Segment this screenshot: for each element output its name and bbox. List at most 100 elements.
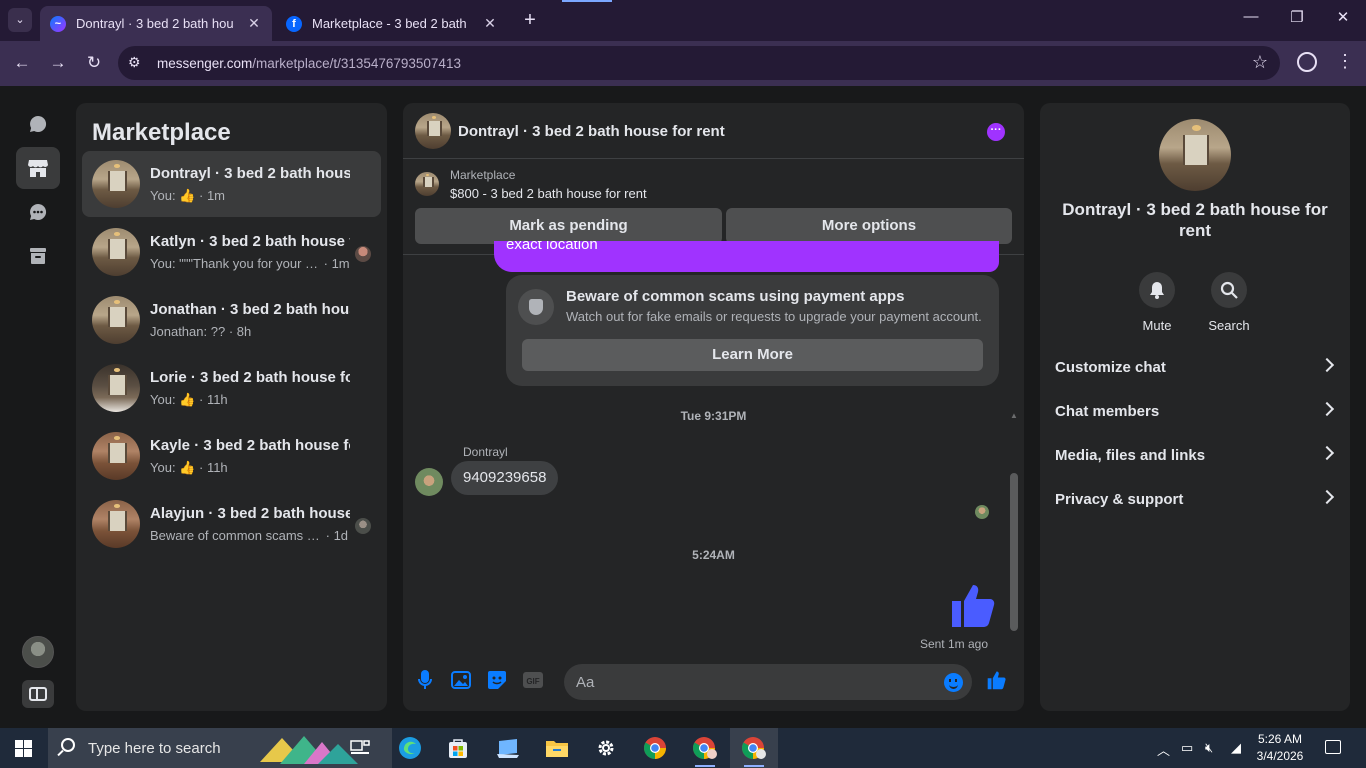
listing-thumbnail	[92, 432, 140, 480]
conversation-item[interactable]: Kayle · 3 bed 2 bath house for rent You:…	[82, 423, 381, 489]
customize-chat-row[interactable]: Customize chat	[1040, 348, 1350, 388]
chevron-right-icon	[1319, 445, 1335, 461]
learn-more-button[interactable]: Learn More	[522, 339, 983, 371]
site-settings-icon[interactable]: ⚙	[128, 54, 141, 71]
chrome-icon[interactable]	[631, 728, 679, 768]
close-tab-icon[interactable]: ✕	[482, 15, 498, 32]
microsoft-store-icon[interactable]	[434, 728, 482, 768]
taskbar-clock[interactable]: 5:26 AM 3/4/2026	[1254, 731, 1306, 765]
conversation-item[interactable]: Lorie · 3 bed 2 bath house for rent You:…	[82, 355, 381, 421]
messenger-app: Marketplace Dontrayl · 3 bed 2 bath hous…	[0, 86, 1366, 728]
conversation-info-icon[interactable]: ···	[987, 123, 1005, 141]
info-name: Dontrayl · 3 bed 2 bath house for rent	[1062, 200, 1328, 240]
more-options-button[interactable]: More options	[726, 208, 1012, 244]
battery-network-icon[interactable]: ▭	[1181, 740, 1193, 756]
info-avatar[interactable]	[1159, 119, 1231, 191]
app-icon[interactable]	[484, 728, 532, 768]
outgoing-message[interactable]: exact location	[494, 241, 999, 272]
message-input[interactable]	[564, 664, 972, 700]
photo-icon[interactable]	[450, 669, 472, 691]
conversation-name: Dontrayl · 3 bed 2 bath house for rent	[150, 165, 350, 182]
wifi-icon[interactable]: ◢	[1231, 740, 1241, 756]
notifications-icon[interactable]	[1325, 740, 1341, 754]
restore-icon[interactable]: ❐	[1285, 8, 1309, 26]
conversation-item[interactable]: Alayjun · 3 bed 2 bath house for rent Be…	[82, 491, 381, 557]
settings-gear-icon[interactable]	[582, 728, 630, 768]
sticker-icon[interactable]	[486, 669, 508, 691]
windows-taskbar: Type here to search ︿ ▭ 🔇︎ ◢ 5:26 AM 3/4…	[0, 728, 1366, 768]
mute-button[interactable]: Mute	[1127, 272, 1187, 333]
listing-thumbnail[interactable]	[415, 172, 439, 196]
send-like-icon[interactable]	[986, 669, 1008, 691]
scam-warning-desc: Watch out for fake emails or requests to…	[566, 309, 982, 324]
tab-title: Dontrayl · 3 bed 2 bath house for rent	[76, 16, 234, 31]
user-avatar[interactable]	[22, 636, 54, 668]
browser-menu-icon[interactable]: ⋮	[1336, 50, 1354, 72]
chevron-right-icon	[1319, 489, 1335, 505]
tab-search-chevron-icon[interactable]: ⌄	[8, 8, 32, 32]
emoji-icon[interactable]	[944, 673, 963, 692]
task-view-icon[interactable]	[336, 728, 384, 768]
archive-icon[interactable]	[16, 235, 60, 277]
scam-warning-card: Beware of common scams using payment app…	[506, 275, 999, 386]
reload-icon[interactable]: ↻	[82, 52, 106, 74]
show-hidden-icons-chevron-icon[interactable]: ︿	[1157, 740, 1170, 759]
back-arrow-icon[interactable]: ←	[10, 52, 34, 74]
tab-title: Marketplace - 3 bed 2 bath house for ren…	[312, 16, 470, 31]
listing-price-title[interactable]: $800 - 3 bed 2 bath house for rent	[450, 186, 647, 201]
chat-title[interactable]: Dontrayl · 3 bed 2 bath house for rent	[458, 123, 725, 140]
conversation-list-panel: Marketplace Dontrayl · 3 bed 2 bath hous…	[76, 103, 387, 711]
listing-thumbnail	[92, 500, 140, 548]
conversation-item[interactable]: Katlyn · 3 bed 2 bath house for rent You…	[82, 219, 381, 285]
like-icon: 👍	[179, 392, 196, 407]
close-tab-icon[interactable]: ✕	[246, 15, 262, 32]
scam-warning-title: Beware of common scams using payment app…	[566, 288, 905, 305]
chat-members-row[interactable]: Chat members	[1040, 392, 1350, 432]
message-requests-icon[interactable]	[16, 191, 60, 233]
listing-thumbnail	[92, 364, 140, 412]
listing-thumbnail	[92, 296, 140, 344]
bookmark-star-icon[interactable]: ☆	[1252, 52, 1268, 73]
minimize-icon[interactable]: —	[1239, 8, 1263, 25]
svg-text:GIF: GIF	[526, 677, 539, 686]
chats-icon[interactable]	[16, 103, 60, 145]
like-icon: 👍	[179, 460, 196, 475]
search-button[interactable]: Search	[1199, 272, 1259, 333]
chat-scrollbar[interactable]	[1010, 473, 1018, 631]
conversation-info-panel: Dontrayl · 3 bed 2 bath house for rent M…	[1040, 103, 1350, 711]
edge-icon[interactable]	[386, 728, 434, 768]
gif-icon[interactable]: GIF	[522, 669, 544, 691]
conversation-name: Jonathan · 3 bed 2 bath house for rent	[150, 301, 350, 318]
conversation-item[interactable]: Dontrayl · 3 bed 2 bath house for rent Y…	[82, 151, 381, 217]
microphone-icon[interactable]	[414, 669, 436, 691]
sender-avatar[interactable]	[415, 468, 443, 496]
messenger-icon: ~	[50, 15, 66, 32]
url-field[interactable]: ⚙ messenger.com/marketplace/t/3135476793…	[118, 46, 1280, 80]
facebook-icon: f	[286, 15, 302, 32]
marketplace-icon[interactable]	[16, 147, 60, 189]
chrome-active-icon[interactable]	[730, 728, 778, 768]
tab-marketplace[interactable]: f Marketplace - 3 bed 2 bath house for r…	[276, 6, 508, 41]
tab-messenger[interactable]: ~ Dontrayl · 3 bed 2 bath house for rent…	[40, 6, 272, 41]
listing-thumbnail	[92, 228, 140, 276]
mark-as-pending-button[interactable]: Mark as pending	[415, 208, 722, 244]
chrome-profile-icon[interactable]	[681, 728, 729, 768]
privacy-support-row[interactable]: Privacy & support	[1040, 480, 1350, 520]
conversation-item[interactable]: Jonathan · 3 bed 2 bath house for rent J…	[82, 287, 381, 353]
incoming-message[interactable]: 9409239658	[451, 461, 559, 495]
new-tab-button[interactable]: +	[520, 9, 540, 32]
toggle-sidebar-icon[interactable]	[22, 680, 54, 708]
windows-start-icon[interactable]	[15, 740, 32, 757]
forward-arrow-icon[interactable]: →	[46, 52, 70, 74]
chat-avatar[interactable]	[415, 113, 451, 149]
conversation-name: Lorie · 3 bed 2 bath house for rent	[150, 369, 350, 386]
page-title: Marketplace	[92, 119, 231, 146]
close-window-icon[interactable]: ✕	[1331, 8, 1355, 26]
chat-header: Dontrayl · 3 bed 2 bath house for rent ·…	[403, 103, 1024, 159]
file-explorer-icon[interactable]	[533, 728, 581, 768]
message-timestamp: 5:24AM	[692, 548, 735, 562]
profile-icon[interactable]	[1297, 52, 1317, 72]
speaker-muted-icon[interactable]: 🔇︎	[1205, 740, 1213, 756]
media-files-links-row[interactable]: Media, files and links	[1040, 436, 1350, 476]
like-icon[interactable]	[948, 579, 1000, 636]
